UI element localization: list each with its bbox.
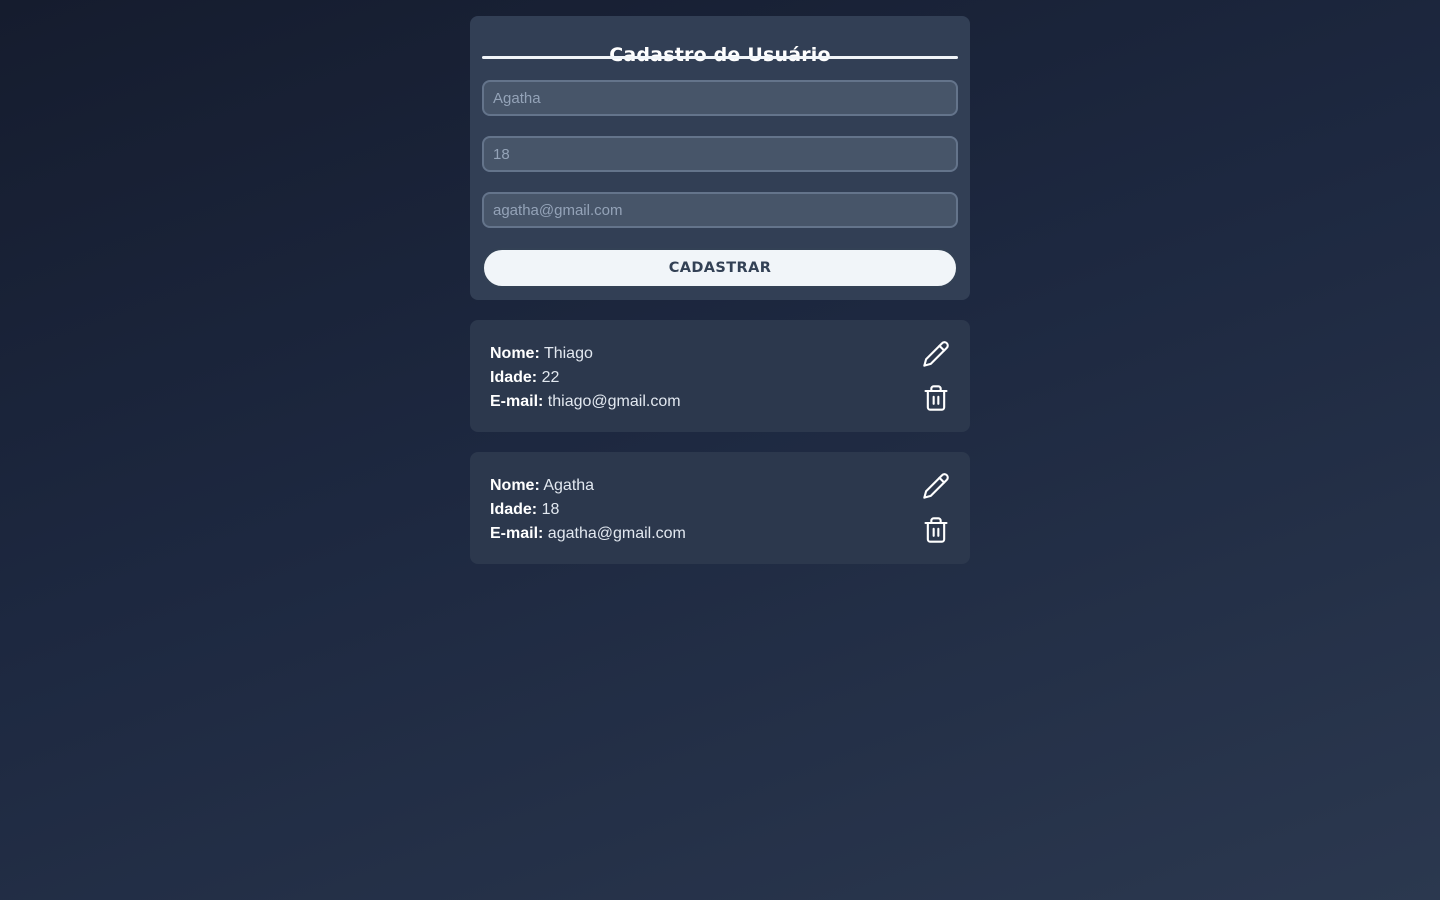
user-email-row: E-mail: agatha@gmail.com: [490, 522, 686, 546]
user-age-row: Idade: 22: [490, 366, 681, 390]
delete-user-button[interactable]: [920, 382, 952, 414]
user-age: 22: [541, 369, 560, 386]
user-email: thiago@gmail.com: [547, 393, 681, 410]
age-label: Idade:: [490, 369, 538, 386]
user-email-row: E-mail: thiago@gmail.com: [490, 390, 681, 414]
user-age: 18: [541, 501, 560, 518]
user-email: agatha@gmail.com: [547, 525, 686, 542]
user-name-row: Nome: Thiago: [490, 342, 681, 366]
age-input[interactable]: [482, 136, 958, 172]
user-info: Nome: Thiago Idade: 22 E-mail: thiago@gm…: [490, 342, 681, 414]
email-input[interactable]: [482, 192, 958, 228]
edit-user-button[interactable]: [920, 470, 952, 502]
email-label: E-mail:: [490, 525, 544, 542]
user-info: Nome: Agatha Idade: 18 E-mail: agatha@gm…: [490, 474, 686, 546]
title-underline: [482, 56, 958, 59]
register-button[interactable]: CADASTRAR: [482, 248, 958, 288]
age-label: Idade:: [490, 501, 538, 518]
trash-icon: [924, 385, 948, 411]
register-form: Cadastro de Usuário CADASTRAR: [470, 16, 970, 300]
user-card: Nome: Agatha Idade: 18 E-mail: agatha@gm…: [470, 452, 970, 564]
name-input[interactable]: [482, 80, 958, 116]
user-name-row: Nome: Agatha: [490, 474, 686, 498]
name-label: Nome:: [490, 345, 540, 362]
trash-icon: [924, 517, 948, 543]
pencil-icon: [923, 473, 949, 499]
name-label: Nome:: [490, 477, 540, 494]
email-label: E-mail:: [490, 393, 544, 410]
edit-user-button[interactable]: [920, 338, 952, 370]
user-age-row: Idade: 18: [490, 498, 686, 522]
pencil-icon: [923, 341, 949, 367]
user-card: Nome: Thiago Idade: 22 E-mail: thiago@gm…: [470, 320, 970, 432]
form-title: Cadastro de Usuário: [609, 44, 831, 66]
user-name: Thiago: [543, 345, 593, 362]
delete-user-button[interactable]: [920, 514, 952, 546]
user-name: Agatha: [543, 477, 595, 494]
